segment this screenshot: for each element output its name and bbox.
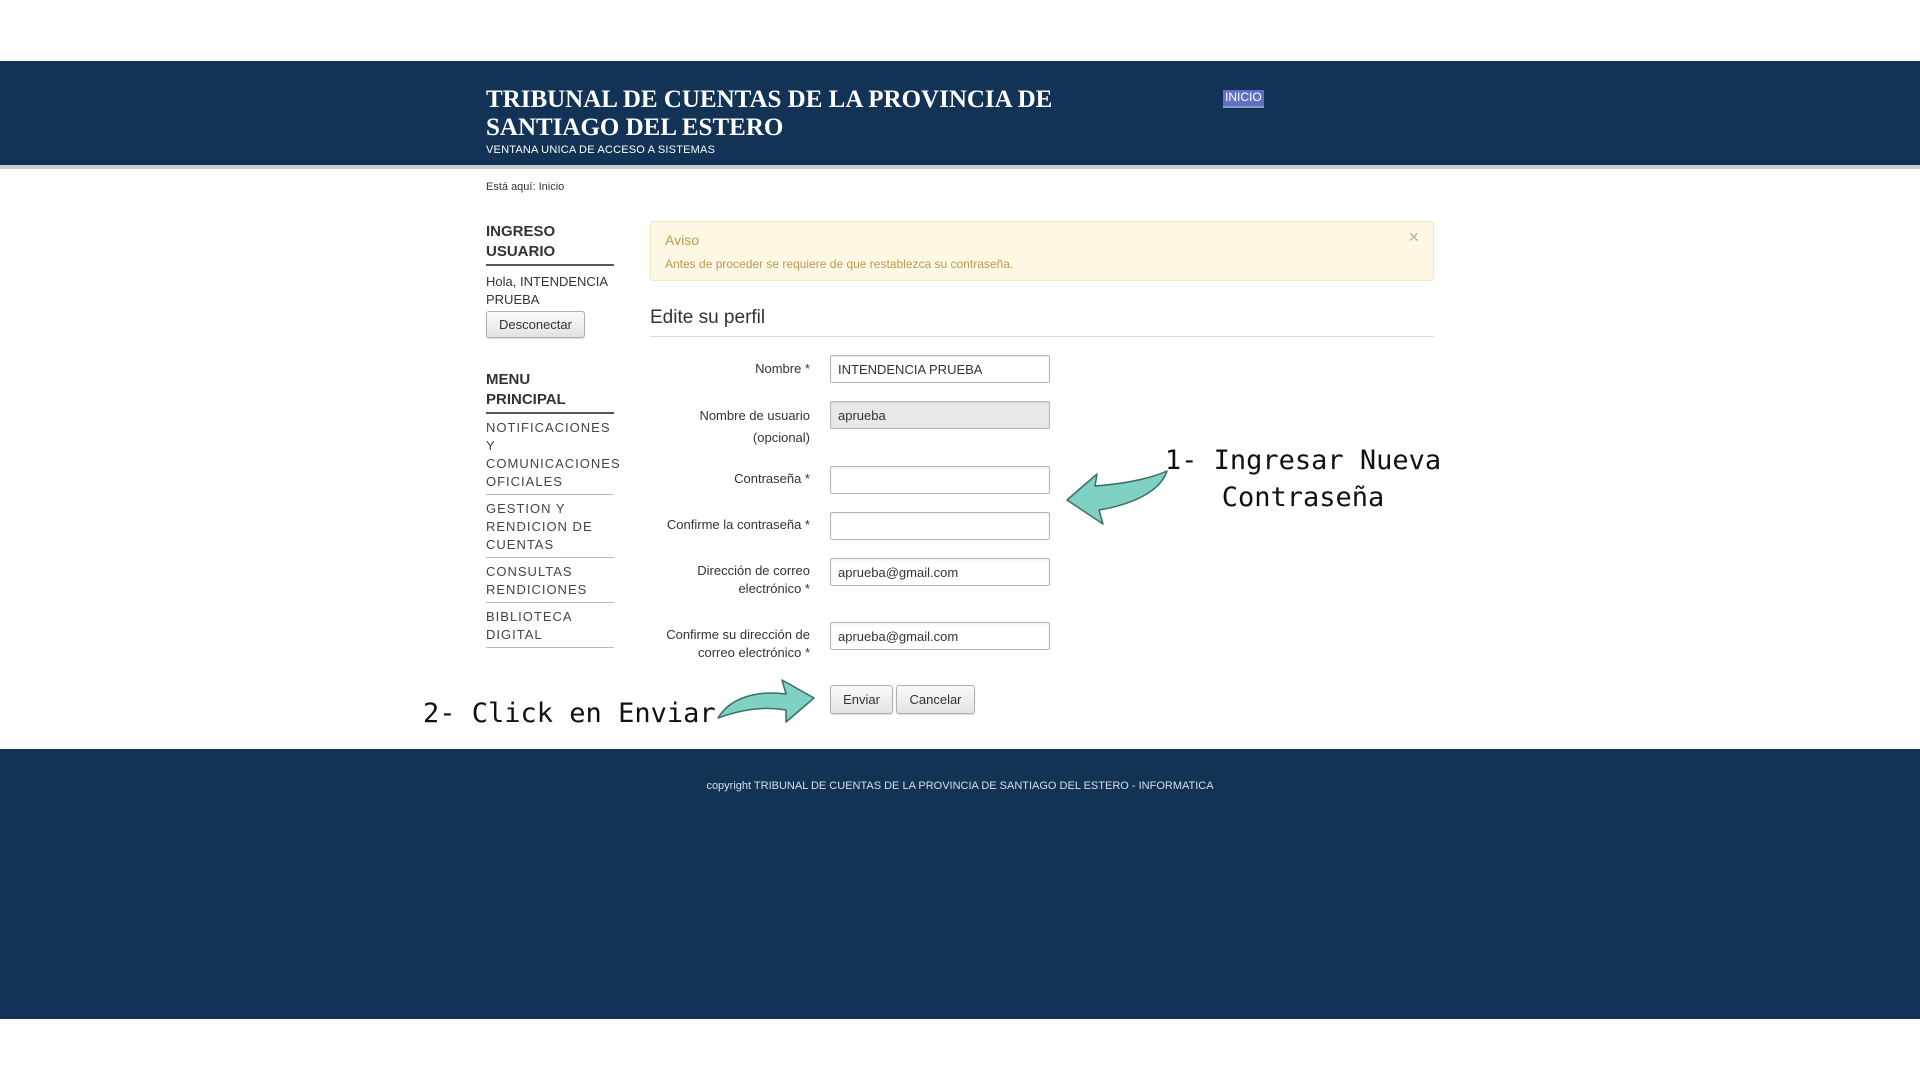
username-label: Nombre de usuario (opcional) [650,405,810,449]
password-label: Contraseña * [734,471,810,486]
confirm-password-label: Confirme la contraseña * [666,517,810,532]
notice-alert: Aviso Antes de proceder se requiere de q… [650,221,1434,281]
logout-button[interactable]: Desconectar [486,311,585,338]
submit-button[interactable]: Enviar [830,685,893,714]
arrow-right-icon [717,679,815,723]
menu-item-notificaciones[interactable]: NOTIFICACIONES Y COMUNICACIONES OFICIALE… [486,419,620,495]
confirm-email-input[interactable] [830,622,1050,650]
nav-inicio-link[interactable]: INICIO [1223,90,1264,108]
menu-item-consultas[interactable]: CONSULTAS RENDICIONES [486,563,614,603]
confirm-email-label-text: Confirme su dirección de correo electrón… [666,627,810,660]
step2-annotation: 2- Click en Enviar [423,698,716,729]
menu-item-biblioteca[interactable]: BIBLIOTECA DIGITAL [486,608,614,648]
login-heading: INGRESO USUARIO [486,222,614,266]
username-label-text: Nombre de usuario (opcional) [699,408,810,445]
site-title: TRIBUNAL DE CUENTAS DE LA PROVINCIA DE S… [486,86,1053,141]
footer-copyright: copyright TRIBUNAL DE CUENTAS DE LA PROV… [706,780,1214,792]
step1-annotation: 1- Ingresar Nueva Contraseña [1164,445,1442,513]
email-label: Dirección de correo electrónico * [650,562,810,598]
menu-heading: MENU PRINCIPAL [486,370,614,414]
cancel-button[interactable]: Cancelar [896,685,975,714]
form-title: Edite su perfil [650,307,1434,337]
name-label: Nombre * [755,361,810,376]
name-input[interactable] [830,355,1050,383]
site-subtitle: VENTANA UNICA DE ACCESO A SISTEMAS [486,144,716,156]
username-input[interactable] [830,401,1050,429]
password-input[interactable] [830,466,1050,494]
confirm-password-input[interactable] [830,512,1050,540]
breadcrumb: Está aquí: Inicio [486,181,565,193]
notice-message: Antes de proceder se requiere de que res… [665,257,1014,271]
notice-title: Aviso [665,232,699,248]
email-input[interactable] [830,558,1050,586]
header-divider [0,165,1920,169]
menu-item-gestion[interactable]: GESTION Y RENDICION DE CUENTAS [486,500,614,558]
confirm-email-label: Confirme su dirección de correo electrón… [650,626,810,662]
user-greeting: Hola, INTENDENCIA PRUEBA [486,274,608,307]
arrow-left-icon [1066,470,1168,525]
email-label-text: Dirección de correo electrónico * [697,563,810,596]
close-icon[interactable]: × [1408,227,1419,248]
